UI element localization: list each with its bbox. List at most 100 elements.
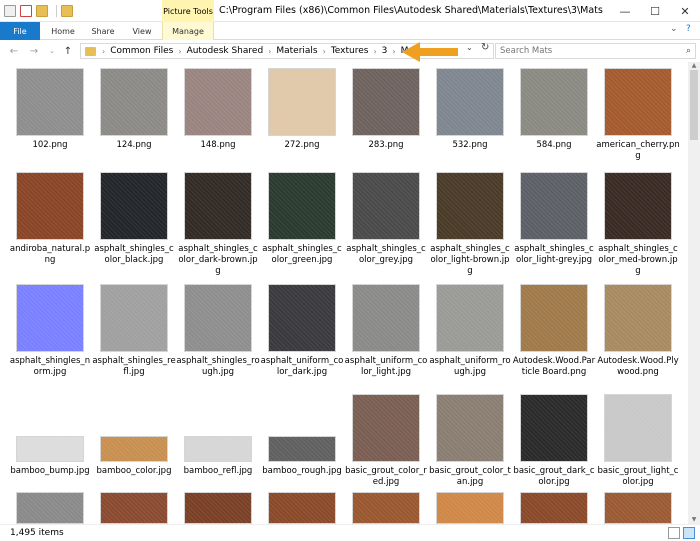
tab-share[interactable]: Share — [86, 22, 120, 40]
search-icon[interactable]: ⌕ — [686, 46, 691, 56]
file-item[interactable] — [596, 492, 680, 524]
file-item[interactable]: basic_grout_light_color.jpg — [596, 394, 680, 494]
file-name: asphalt_shingles_color_green.jpg — [262, 244, 342, 265]
file-item[interactable]: asphalt_shingles_refl.jpg — [92, 284, 176, 384]
file-thumbnail — [352, 68, 420, 136]
file-name: asphalt_shingles_rough.jpg — [176, 356, 260, 377]
file-item[interactable]: american_cherry.png — [596, 68, 680, 168]
file-item[interactable]: 124.png — [92, 68, 176, 168]
file-item[interactable] — [176, 492, 260, 524]
new-folder-icon[interactable] — [36, 5, 48, 17]
file-item[interactable]: 283.png — [344, 68, 428, 168]
tab-file[interactable]: File — [0, 22, 40, 40]
file-item[interactable] — [512, 492, 596, 524]
file-item[interactable]: 102.png — [8, 68, 92, 168]
checkmark-icon[interactable] — [20, 5, 32, 17]
file-item[interactable]: asphalt_shingles_color_black.jpg — [92, 172, 176, 272]
vertical-scrollbar[interactable]: ▲ ▼ — [688, 62, 700, 524]
file-thumbnail — [352, 284, 420, 352]
file-item[interactable]: asphalt_uniform_color_dark.jpg — [260, 284, 344, 384]
file-item[interactable]: asphalt_shingles_rough.jpg — [176, 284, 260, 384]
file-item[interactable]: asphalt_shingles_color_light-grey.jpg — [512, 172, 596, 272]
breadcrumb-autodesk-shared[interactable]: Autodesk Shared — [187, 46, 264, 56]
file-item[interactable] — [8, 492, 92, 524]
file-name: asphalt_shingles_color_dark-brown.jpg — [178, 244, 258, 276]
address-row: ← → ⌄ ↑ › Common Files › Autodesk Shared… — [0, 40, 700, 62]
file-item[interactable]: Autodesk.Wood.Plywood.png — [596, 284, 680, 384]
file-item[interactable]: basic_grout_color_tan.jpg — [428, 394, 512, 494]
file-item[interactable]: 148.png — [176, 68, 260, 168]
file-thumbnail — [16, 172, 84, 240]
breadcrumb-3[interactable]: 3 — [382, 46, 388, 56]
file-thumbnail — [520, 172, 588, 240]
back-button[interactable]: ← — [6, 43, 22, 59]
file-item[interactable]: asphalt_uniform_rough.jpg — [428, 284, 512, 384]
file-item[interactable]: 272.png — [260, 68, 344, 168]
file-thumbnail — [520, 394, 588, 462]
scrollbar-thumb[interactable] — [690, 70, 698, 140]
breadcrumb-common-files[interactable]: Common Files — [110, 46, 173, 56]
file-name: andiroba_natural.png — [9, 244, 91, 265]
close-button[interactable]: ✕ — [670, 0, 700, 22]
scroll-down-icon[interactable]: ▼ — [688, 516, 700, 524]
search-input[interactable] — [500, 46, 678, 56]
orange-arrow-icon — [402, 42, 458, 62]
tab-view[interactable]: View — [126, 22, 158, 40]
forward-button[interactable]: → — [26, 43, 42, 59]
tab-manage[interactable]: Manage — [162, 22, 214, 40]
file-thumbnail — [268, 172, 336, 240]
file-item[interactable]: bamboo_bump.jpg — [8, 394, 92, 494]
recent-locations-button[interactable]: ⌄ — [44, 43, 60, 59]
file-thumbnail — [268, 492, 336, 524]
file-name: 272.png — [284, 140, 320, 150]
file-list-view[interactable]: 102.png 124.png 148.png 272.png 283.png 532.p… — [0, 62, 688, 524]
scroll-up-icon[interactable]: ▲ — [688, 62, 700, 70]
file-thumbnail — [100, 492, 168, 524]
file-item[interactable] — [260, 492, 344, 524]
file-thumbnail — [352, 394, 420, 462]
breadcrumb-textures[interactable]: Textures — [331, 46, 369, 56]
file-thumbnail — [604, 172, 672, 240]
file-item[interactable]: asphalt_shingles_color_green.jpg — [260, 172, 344, 272]
file-item[interactable]: 584.png — [512, 68, 596, 168]
address-dropdown-icon[interactable]: ⌄ — [466, 43, 473, 52]
properties-icon[interactable] — [4, 5, 16, 17]
file-item[interactable]: bamboo_refl.jpg — [176, 394, 260, 494]
file-thumbnail — [100, 68, 168, 136]
file-item[interactable] — [92, 492, 176, 524]
details-view-icon[interactable] — [668, 527, 680, 539]
minimize-button[interactable]: — — [610, 0, 640, 22]
file-item[interactable]: asphalt_shingles_color_light-brown.jpg — [428, 172, 512, 276]
file-item[interactable]: asphalt_shingles_color_med-brown.jpg — [596, 172, 680, 276]
file-item[interactable]: Autodesk.Wood.Particle Board.png — [512, 284, 596, 384]
search-box[interactable]: ⌕ — [495, 43, 696, 59]
file-item[interactable]: basic_grout_dark_color.jpg — [512, 394, 596, 494]
collapse-ribbon-icon[interactable]: ⌄ — [670, 24, 678, 34]
file-item[interactable]: asphalt_uniform_color_light.jpg — [344, 284, 428, 384]
large-icons-view-icon[interactable] — [683, 527, 695, 539]
file-thumbnail — [184, 172, 252, 240]
breadcrumb-materials[interactable]: Materials — [276, 46, 317, 56]
tab-home[interactable]: Home — [46, 22, 80, 40]
file-item[interactable]: andiroba_natural.png — [8, 172, 92, 272]
file-item[interactable]: bamboo_rough.jpg — [260, 394, 344, 494]
file-item[interactable] — [344, 492, 428, 524]
item-count: 1,495 items — [10, 528, 64, 538]
up-button[interactable]: ↑ — [60, 43, 76, 59]
help-icon[interactable]: ? — [686, 24, 691, 34]
file-item[interactable]: 532.png — [428, 68, 512, 168]
file-thumbnail — [16, 68, 84, 136]
refresh-icon[interactable]: ↻ — [481, 42, 489, 53]
file-item[interactable]: asphalt_shingles_norm.jpg — [8, 284, 92, 384]
file-name: 532.png — [452, 140, 488, 150]
file-item[interactable] — [428, 492, 512, 524]
file-thumbnail — [604, 394, 672, 462]
file-name: basic_grout_dark_color.jpg — [513, 466, 595, 487]
file-item[interactable]: asphalt_shingles_color_grey.jpg — [344, 172, 428, 272]
file-thumbnail — [436, 492, 504, 524]
file-thumbnail — [352, 172, 420, 240]
file-item[interactable]: asphalt_shingles_color_dark-brown.jpg — [176, 172, 260, 276]
maximize-button[interactable]: ☐ — [640, 0, 670, 22]
file-item[interactable]: basic_grout_color_red.jpg — [344, 394, 428, 494]
file-item[interactable]: bamboo_color.jpg — [92, 394, 176, 494]
